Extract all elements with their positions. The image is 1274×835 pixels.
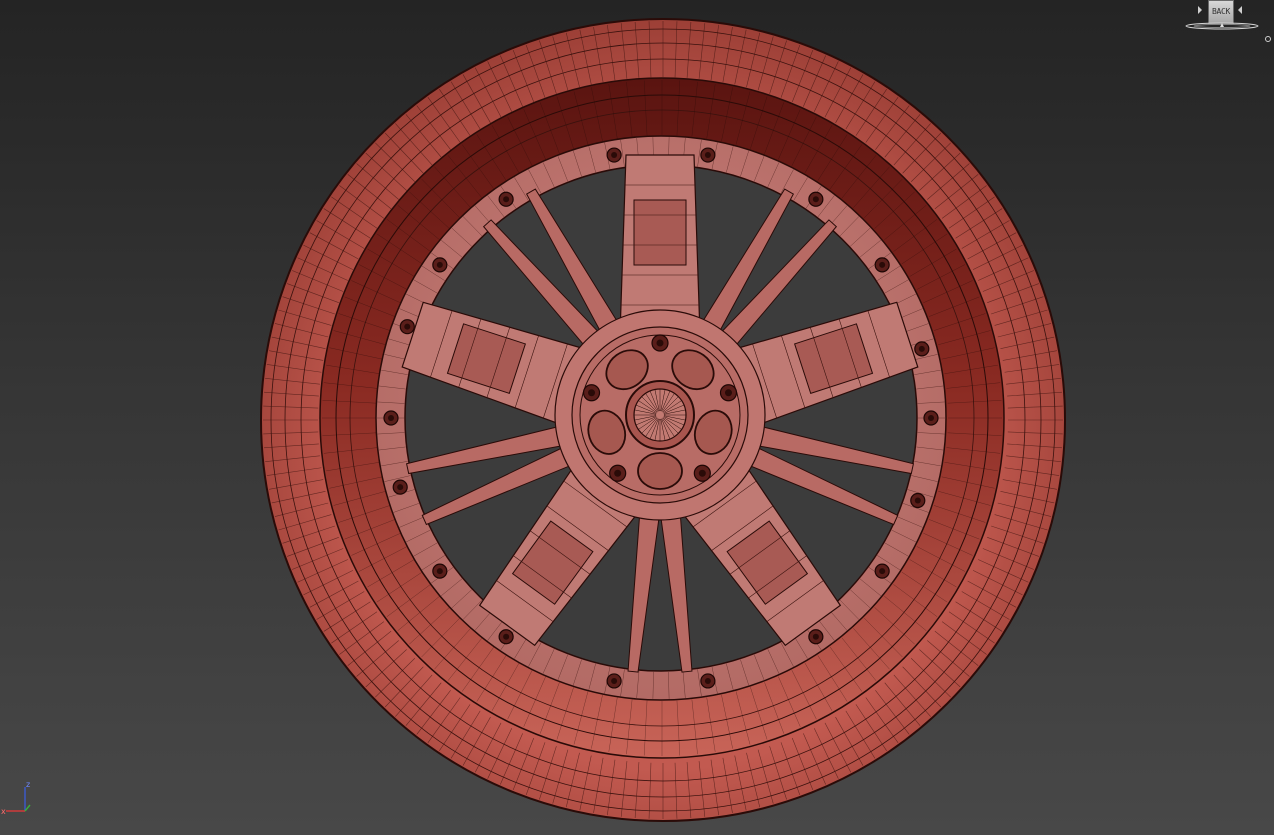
- home-icon[interactable]: [1264, 35, 1272, 43]
- axis-tripod: z x: [1, 780, 31, 816]
- wheel-model[interactable]: [0, 0, 1274, 835]
- axis-z-label: z: [26, 780, 30, 789]
- viewcube-compass-ring[interactable]: [1184, 21, 1260, 31]
- triangle-left-icon[interactable]: [1198, 6, 1202, 14]
- hub-pocket: [637, 452, 683, 490]
- viewport-3d[interactable]: BACK z x: [0, 0, 1274, 835]
- axis-x-label: x: [1, 807, 6, 816]
- triangle-right-icon[interactable]: [1238, 6, 1242, 14]
- spoke-pocket: [633, 199, 687, 266]
- center-hub: [554, 309, 766, 521]
- viewcube[interactable]: BACK: [1180, 0, 1264, 40]
